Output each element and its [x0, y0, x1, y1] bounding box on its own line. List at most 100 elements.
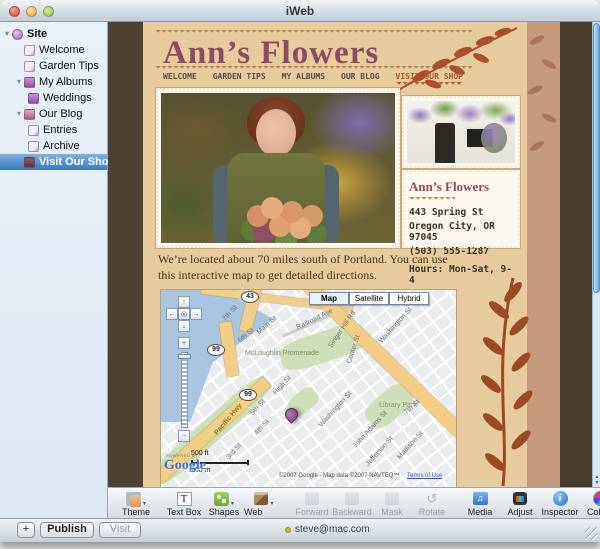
- zigzag-divider: [155, 30, 473, 34]
- toolbar-label: Theme: [122, 507, 150, 517]
- street-label: Washington St: [378, 306, 413, 344]
- sidebar-item-label: Weddings: [43, 90, 92, 106]
- toolbar-label: Shapes: [209, 507, 240, 517]
- colors-button[interactable]: Colors: [580, 490, 600, 517]
- street-label: Washington St: [318, 390, 353, 428]
- google-map-widget[interactable]: 43 99 99 Main St 6th St 7th St Railroad …: [161, 290, 456, 487]
- sidebar-item-archive[interactable]: Archive: [0, 138, 107, 154]
- status-bar: + Publish Visit steve@mac.com: [0, 518, 600, 542]
- albums-icon: [24, 77, 35, 88]
- map-view-buttons: Map Satellite Hybrid: [309, 292, 429, 305]
- place-label: McLoughlin Promenade: [245, 350, 309, 357]
- disclosure-triangle-icon[interactable]: ▾: [14, 74, 24, 90]
- storefront-photo: [407, 101, 515, 163]
- inspector-button[interactable]: i Inspector: [540, 490, 580, 517]
- intro-text[interactable]: We’re located about 70 miles south of Po…: [158, 251, 466, 283]
- store-door: [435, 123, 455, 163]
- nav-link-garden-tips[interactable]: GARDEN TIPS: [213, 72, 266, 86]
- sidebar-item-site[interactable]: ▾ Site: [0, 26, 107, 42]
- window-title: iWeb: [0, 4, 600, 18]
- pan-down-button[interactable]: ↓: [178, 320, 190, 332]
- leaf-pattern-decoration: [525, 24, 561, 174]
- sidebar-item-our-blog[interactable]: ▾ Our Blog: [0, 106, 107, 122]
- toolbar-label: Text Box: [167, 507, 202, 517]
- site-icon: [12, 29, 23, 40]
- sidebar-item-entries[interactable]: Entries: [0, 122, 107, 138]
- account-email: steve@mac.com: [295, 524, 370, 535]
- street-label: 3rd St: [225, 442, 243, 461]
- window-resize-grip[interactable]: [585, 527, 598, 540]
- storefront-photo-frame[interactable]: [402, 96, 520, 168]
- pan-right-button[interactable]: →: [190, 308, 202, 320]
- page-canvas[interactable]: Ann’s Flowers: [108, 22, 600, 487]
- toolbar-label: Adjust: [507, 507, 532, 517]
- card-title: Ann’s Flowers: [409, 179, 513, 195]
- nav-link-my-albums[interactable]: MY ALBUMS: [282, 72, 325, 86]
- sidebar-item-label: My Albums: [39, 74, 93, 90]
- pan-up-button[interactable]: ↑: [178, 296, 190, 308]
- adjust-button[interactable]: Adjust: [500, 490, 540, 517]
- shapes-button[interactable]: ▾ Shapes: [204, 490, 244, 517]
- zoom-in-button[interactable]: +: [178, 337, 190, 349]
- backward-button: Backward: [332, 490, 372, 517]
- disclosure-triangle-icon[interactable]: ▾: [14, 106, 24, 122]
- publish-button[interactable]: Publish: [40, 522, 94, 538]
- sidebar-item-label: Entries: [43, 122, 77, 138]
- toolbar-label: Inspector: [541, 507, 578, 517]
- address-line: Oregon City, OR 97045: [409, 221, 513, 243]
- map-button[interactable]: Map: [309, 292, 349, 305]
- florist-photo-frame[interactable]: [156, 88, 400, 248]
- sidebar-item-garden-tips[interactable]: Garden Tips: [0, 58, 107, 74]
- street-label: Madison St: [396, 430, 425, 461]
- place-label: Library Park: [375, 402, 421, 409]
- scrollbar-thumb[interactable]: [593, 23, 600, 293]
- nav-link-label: VISIT OUR SHOP: [396, 72, 463, 81]
- sidebar-item-my-albums[interactable]: ▾ My Albums: [0, 74, 107, 90]
- zoom-slider[interactable]: [181, 352, 188, 428]
- forward-icon: [305, 492, 319, 505]
- florist-photo: [161, 93, 395, 243]
- text-box-button[interactable]: T Text Box: [164, 490, 204, 517]
- address-card[interactable]: Ann’s Flowers 443 Spring St Oregon City,…: [402, 170, 520, 248]
- route-shield: 99: [207, 344, 225, 356]
- sidebar-item-weddings[interactable]: Weddings: [0, 90, 107, 106]
- theme-button[interactable]: ▾ Theme: [116, 490, 156, 517]
- terms-of-use-link[interactable]: Terms of Use: [407, 473, 442, 479]
- zigzag-divider: [155, 66, 473, 70]
- sidebar-item-welcome[interactable]: Welcome: [0, 42, 107, 58]
- title-bar[interactable]: iWeb: [0, 0, 600, 22]
- page-background-right: [560, 22, 592, 487]
- entries-icon: [28, 125, 39, 136]
- nav-link-welcome[interactable]: WELCOME: [163, 72, 197, 86]
- pan-center-button[interactable]: ◎: [178, 308, 190, 320]
- media-icon: ♫: [473, 492, 488, 505]
- visit-button[interactable]: Visit: [99, 522, 141, 538]
- nav-link-visit-our-shop[interactable]: VISIT OUR SHOP: [396, 72, 463, 86]
- street-label: High St: [272, 375, 293, 397]
- zoom-out-button[interactable]: −: [178, 430, 190, 442]
- web-page[interactable]: Ann’s Flowers: [143, 22, 527, 487]
- zoom-slider-thumb[interactable]: [178, 354, 191, 359]
- main-area: ▾ Site Welcome Garden Tips ▾ My Albums: [0, 22, 600, 518]
- sidebar-item-visit-our-shop[interactable]: Visit Our Shop: [0, 154, 107, 170]
- nav-link-our-blog[interactable]: OUR BLOG: [341, 72, 380, 86]
- street-label: 4th St: [253, 418, 270, 436]
- colors-icon: [593, 491, 600, 506]
- add-page-button[interactable]: +: [17, 522, 35, 538]
- vertical-scrollbar[interactable]: ▲▼: [592, 22, 600, 487]
- sidebar-item-label: Welcome: [39, 42, 85, 58]
- theme-icon: [126, 492, 141, 506]
- pan-left-button[interactable]: ←: [166, 308, 178, 320]
- address-line: 443 Spring St: [409, 207, 513, 218]
- sidebar-item-label: Our Blog: [39, 106, 82, 122]
- toolbar-label: Media: [468, 507, 493, 517]
- blog-icon: [24, 109, 35, 120]
- media-button[interactable]: ♫ Media: [460, 490, 500, 517]
- google-logo: Google: [164, 458, 206, 474]
- satellite-button[interactable]: Satellite: [349, 292, 389, 305]
- hybrid-button[interactable]: Hybrid: [389, 292, 429, 305]
- backward-icon: [345, 492, 359, 505]
- disclosure-triangle-icon[interactable]: ▾: [2, 26, 12, 42]
- scrollbar-arrows[interactable]: ▲▼: [593, 474, 600, 486]
- page-navigation: WELCOME GARDEN TIPS MY ALBUMS OUR BLOG V…: [163, 72, 463, 86]
